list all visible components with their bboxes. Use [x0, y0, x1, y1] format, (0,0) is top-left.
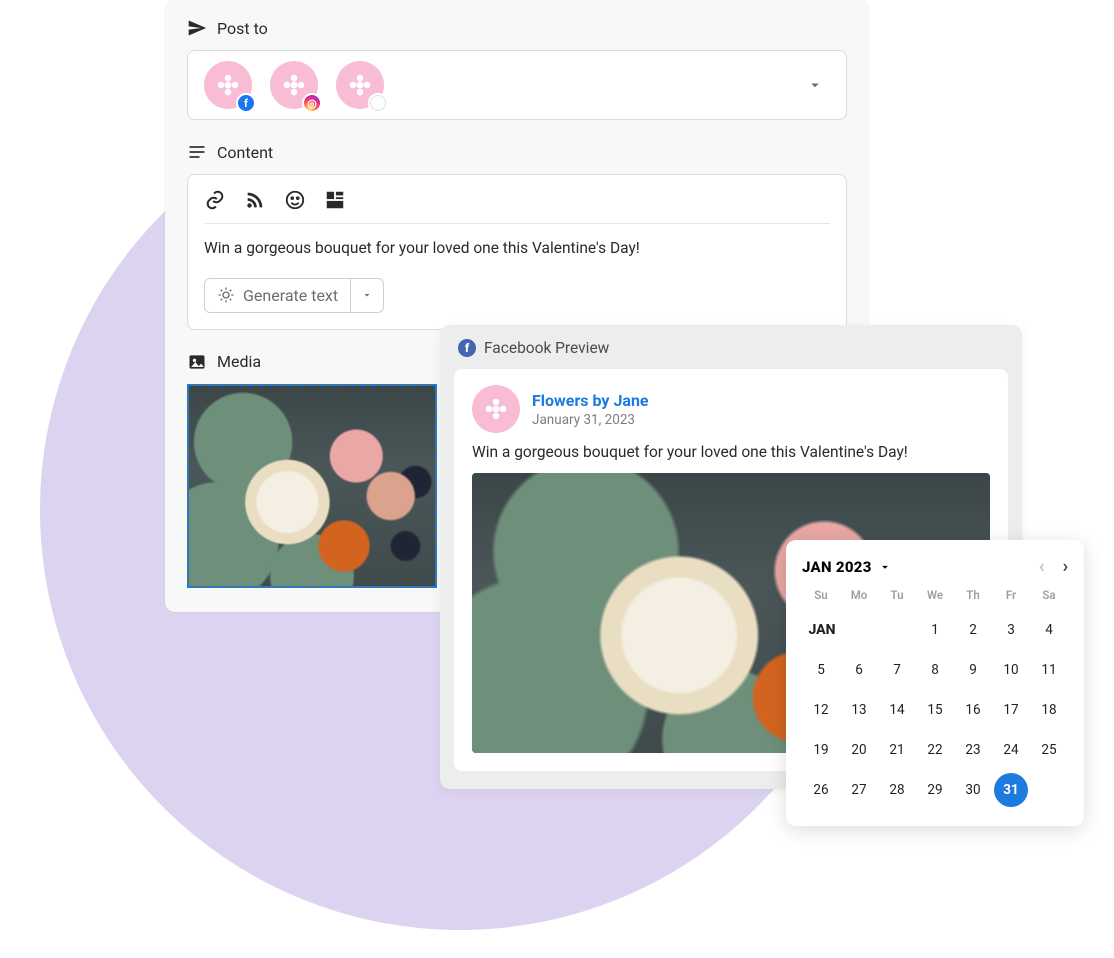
media-thumbnail[interactable]: [187, 384, 437, 588]
flower-icon: [483, 396, 509, 422]
calendar-day[interactable]: 14: [878, 690, 916, 730]
link-icon[interactable]: [204, 189, 226, 211]
target-instagram[interactable]: ◎: [270, 61, 318, 109]
target-google[interactable]: G: [336, 61, 384, 109]
calendar-day[interactable]: 29: [916, 770, 954, 810]
post-to-label: Post to: [217, 19, 268, 38]
calendar-day[interactable]: 22: [916, 730, 954, 770]
google-icon: G: [368, 93, 388, 113]
calendar-dow-row: Su Mo Tu We Th Fr Sa: [802, 588, 1068, 602]
calendar-day[interactable]: 12: [802, 690, 840, 730]
flower-icon: [347, 72, 373, 98]
calendar-day[interactable]: 15: [916, 690, 954, 730]
calendar-day[interactable]: 7: [878, 650, 916, 690]
bouquet-image: [189, 386, 435, 586]
calendar-day[interactable]: 23: [954, 730, 992, 770]
preview-heading: Facebook Preview: [484, 339, 609, 357]
chevron-down-icon: [878, 560, 892, 574]
content-text[interactable]: Win a gorgeous bouquet for your loved on…: [204, 238, 830, 260]
dow-cell: Su: [802, 588, 840, 602]
sparkle-icon: [217, 286, 235, 304]
calendar-empty-cell: [878, 610, 916, 650]
calendar-day[interactable]: 31: [994, 773, 1028, 807]
calendar-day[interactable]: 1: [916, 610, 954, 650]
calendar-day[interactable]: 30: [954, 770, 992, 810]
generate-text-caret[interactable]: [351, 279, 383, 312]
chevron-down-icon[interactable]: [806, 76, 824, 94]
author-name[interactable]: Flowers by Jane: [532, 391, 649, 410]
prev-month-button[interactable]: ‹: [1039, 558, 1045, 576]
facebook-icon: f: [236, 93, 256, 113]
generate-text-main[interactable]: Generate text: [205, 279, 351, 312]
generate-text-label: Generate text: [243, 286, 338, 305]
media-label: Media: [217, 352, 261, 371]
calendar-day[interactable]: 16: [954, 690, 992, 730]
rss-icon[interactable]: [244, 189, 266, 211]
calendar-grid: JAN1234567891011121314151617181920212223…: [802, 610, 1068, 810]
calendar-day[interactable]: 25: [1030, 730, 1068, 770]
content-toolbar: [204, 189, 830, 224]
calendar-day[interactable]: 26: [802, 770, 840, 810]
dow-cell: Tu: [878, 588, 916, 602]
chevron-down-icon: [361, 289, 373, 301]
send-icon: [187, 18, 207, 38]
calendar-month-label: JAN: [802, 610, 840, 650]
dow-cell: Fr: [992, 588, 1030, 602]
content-label: Content: [217, 143, 273, 162]
calendar-day[interactable]: 4: [1030, 610, 1068, 650]
preview-text: Win a gorgeous bouquet for your loved on…: [472, 443, 990, 461]
target-facebook[interactable]: f: [204, 61, 252, 109]
author-avatar: [472, 385, 520, 433]
calendar-day[interactable]: 6: [840, 650, 878, 690]
flower-icon: [215, 72, 241, 98]
calendar-title: JAN 2023: [802, 558, 872, 576]
template-grid-icon[interactable]: [324, 189, 346, 211]
calendar-day[interactable]: 27: [840, 770, 878, 810]
instagram-icon: ◎: [302, 93, 322, 113]
calendar-month-selector[interactable]: JAN 2023: [802, 558, 892, 576]
calendar-day[interactable]: 2: [954, 610, 992, 650]
calendar-day[interactable]: 28: [878, 770, 916, 810]
image-icon: [187, 352, 207, 372]
emoji-icon[interactable]: [284, 189, 306, 211]
calendar-day[interactable]: 8: [916, 650, 954, 690]
notes-icon: [187, 142, 207, 162]
calendar-day[interactable]: 21: [878, 730, 916, 770]
facebook-icon: f: [458, 339, 476, 357]
post-to-header: Post to: [187, 18, 847, 38]
dow-cell: Sa: [1030, 588, 1068, 602]
next-month-button[interactable]: ›: [1063, 558, 1068, 576]
calendar-day[interactable]: 11: [1030, 650, 1068, 690]
calendar-day[interactable]: 3: [992, 610, 1030, 650]
calendar-empty-cell: [1030, 770, 1068, 810]
dow-cell: Th: [954, 588, 992, 602]
calendar-day[interactable]: 17: [992, 690, 1030, 730]
dow-cell: We: [916, 588, 954, 602]
calendar-day[interactable]: 19: [802, 730, 840, 770]
content-header: Content: [187, 142, 847, 162]
calendar-day[interactable]: 13: [840, 690, 878, 730]
calendar-day[interactable]: 20: [840, 730, 878, 770]
calendar-day[interactable]: 24: [992, 730, 1030, 770]
calendar-day[interactable]: 10: [992, 650, 1030, 690]
content-editor: Win a gorgeous bouquet for your loved on…: [187, 174, 847, 330]
post-date: January 31, 2023: [532, 412, 649, 428]
generate-text-button[interactable]: Generate text: [204, 278, 384, 313]
post-to-selector[interactable]: f ◎ G: [187, 50, 847, 120]
date-picker-card: JAN 2023 ‹ › Su Mo Tu We Th Fr Sa JAN123…: [786, 540, 1084, 826]
calendar-empty-cell: [840, 610, 878, 650]
calendar-day[interactable]: 5: [802, 650, 840, 690]
dow-cell: Mo: [840, 588, 878, 602]
flower-icon: [281, 72, 307, 98]
calendar-day[interactable]: 18: [1030, 690, 1068, 730]
calendar-day[interactable]: 9: [954, 650, 992, 690]
preview-header: f Facebook Preview: [454, 339, 1008, 357]
